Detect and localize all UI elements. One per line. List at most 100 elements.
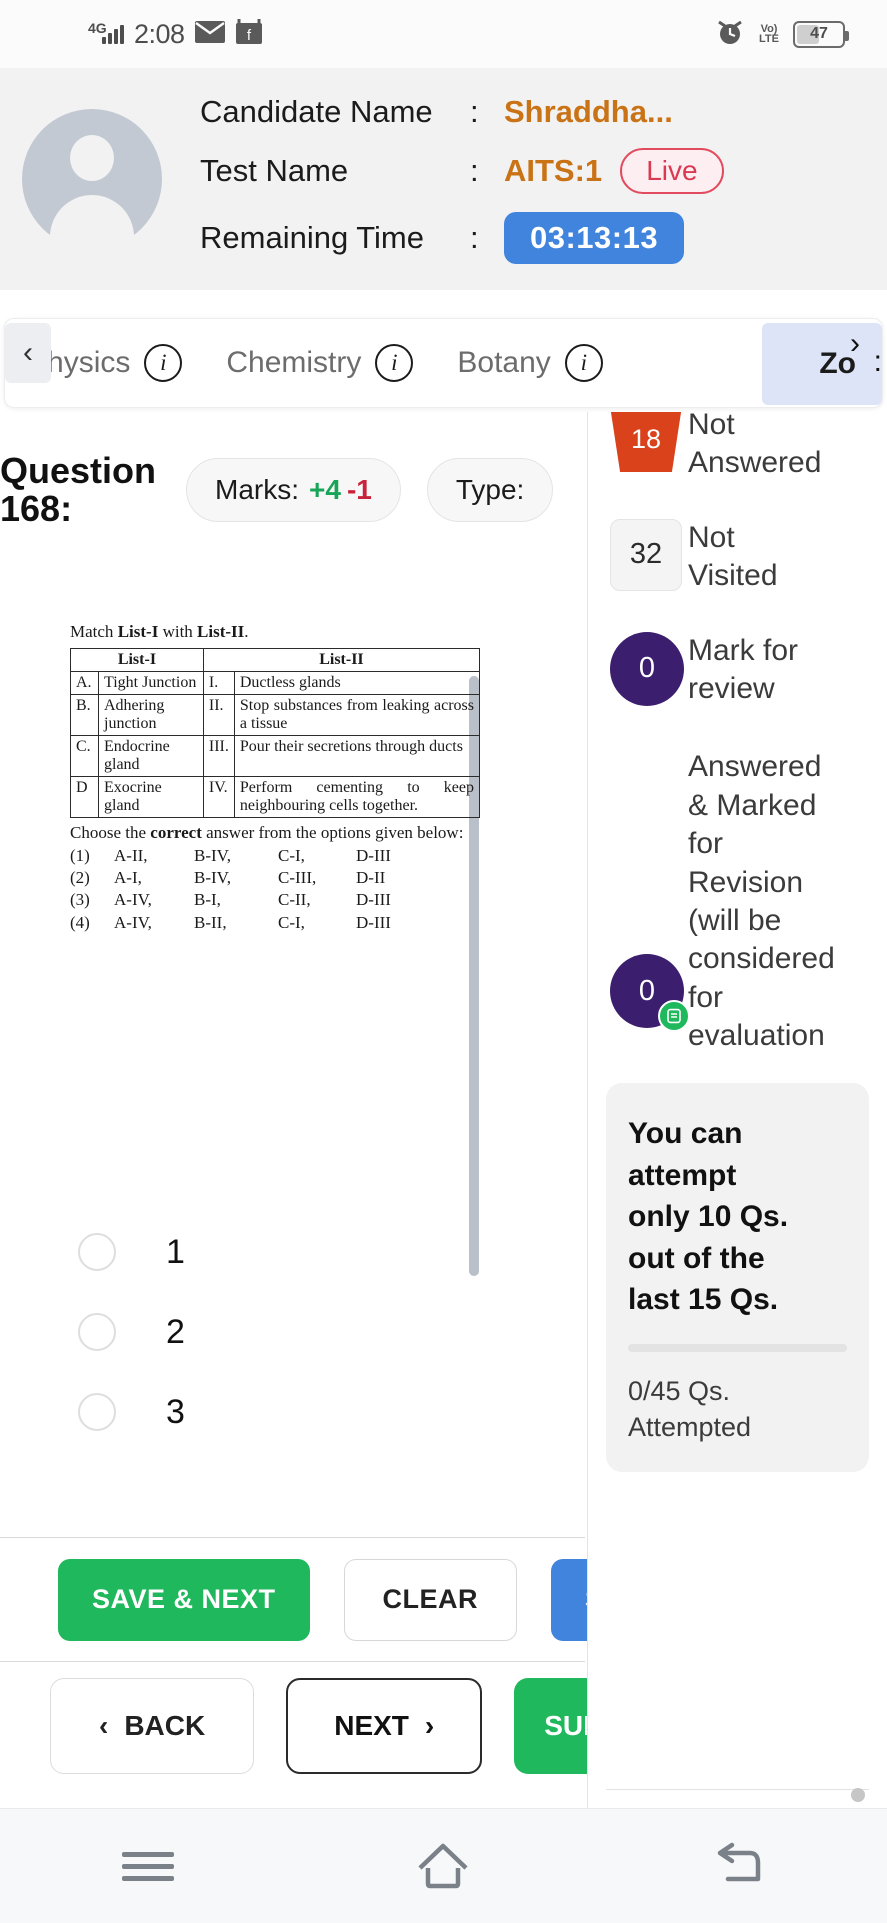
next-button-label: NEXT xyxy=(334,1709,409,1741)
radio-icon-1[interactable] xyxy=(78,1233,116,1271)
attempt-rule-line4: out of the xyxy=(628,1241,765,1275)
volte-icon: Vo) LTE xyxy=(759,23,779,45)
answer-option-3[interactable]: 3 xyxy=(0,1372,470,1452)
legend-not-answered[interactable]: 18 Not Answered xyxy=(610,412,887,483)
row-b-key: B. xyxy=(70,694,99,736)
tabs-prev-arrow-icon[interactable]: ‹ xyxy=(5,323,51,383)
question-pane: Match List-I with List-II. List-I List-I… xyxy=(0,560,585,1528)
opt3-b: B-I, xyxy=(194,890,221,910)
answered-marked-label: Answered & Marked for Revision (will be … xyxy=(688,748,835,1055)
tab-trailing-colon: : xyxy=(873,345,882,378)
opt2-a: A-I, xyxy=(114,868,142,888)
legend-mark-for-review[interactable]: 0 Mark for review xyxy=(610,631,887,709)
attempt-rule-text: You can attempt only 10 Qs. out of the l… xyxy=(628,1113,847,1320)
question-meta-row: Question 168: Marks: +4 -1 Type: xyxy=(0,430,600,550)
opt2-b: B-IV, xyxy=(194,868,231,888)
status-bar-clock: 2:08 xyxy=(134,18,185,49)
info-icon-botany[interactable]: i xyxy=(564,344,603,382)
chevron-right-icon: › xyxy=(424,1709,435,1741)
not-answered-label: Not Answered xyxy=(688,412,821,483)
opt2-num: (2) xyxy=(70,868,90,888)
tabs-next-arrow-icon[interactable]: › xyxy=(850,327,860,361)
choose-instruction: Choose the correct answer from the optio… xyxy=(70,822,480,843)
question-content: Match List-I with List-II. List-I List-I… xyxy=(70,622,481,934)
answered-marked-line8: evaluation xyxy=(688,1019,825,1053)
android-nav-bar xyxy=(0,1808,887,1923)
row-iv-key: IV. xyxy=(202,776,235,818)
opt4-num: (4) xyxy=(70,912,90,932)
mark-review-line2: review xyxy=(688,671,775,705)
mark-review-count: 0 xyxy=(638,652,656,685)
opt1-c: C-I, xyxy=(278,846,305,866)
radio-icon-3[interactable] xyxy=(78,1393,116,1431)
status-bar-left: 4G 2:08 f xyxy=(88,18,263,50)
clear-button[interactable]: CLEAR xyxy=(343,1558,518,1641)
remaining-time-label: Remaining Time xyxy=(200,220,424,255)
marks-negative: -1 xyxy=(346,474,372,505)
answered-marked-line2: & Marked xyxy=(688,788,817,822)
back-icon[interactable] xyxy=(679,1831,799,1901)
menu-icon[interactable] xyxy=(88,1831,208,1901)
opt1-a: A-II, xyxy=(114,846,148,866)
attempted-count: 0/45 Qs. Attempted xyxy=(628,1374,847,1445)
next-button[interactable]: NEXT › xyxy=(286,1677,483,1774)
answer-options: 1 2 3 xyxy=(0,1212,470,1452)
not-visited-line1: Not xyxy=(688,520,735,554)
not-visited-label: Not Visited xyxy=(688,519,778,596)
opt2-c: C-III, xyxy=(278,868,317,888)
printed-options: (1) A-II, B-IV, C-I, D-III (2) A-I, B-IV… xyxy=(70,845,480,933)
candidate-name-value: Shraddha... xyxy=(504,94,673,129)
lead-list-ii: List-II xyxy=(197,622,245,641)
answer-option-1-label: 1 xyxy=(166,1232,185,1271)
answer-option-2[interactable]: 2 xyxy=(0,1292,470,1372)
printed-option-3: (3) A-IV, B-I, C-II, D-III xyxy=(70,889,480,911)
answered-marked-count: 0 xyxy=(638,974,656,1007)
remaining-time-row: Remaining Time : 03:13:13 xyxy=(200,212,724,264)
save-and-next-button[interactable]: SAVE & NEXT xyxy=(58,1558,310,1641)
question-title-line1: Question xyxy=(0,450,157,492)
opt4-c: C-I, xyxy=(278,912,305,932)
legend-not-visited[interactable]: 32 Not Visited xyxy=(610,518,887,596)
colon-1: : xyxy=(470,94,479,129)
opt3-num: (3) xyxy=(70,890,90,910)
test-name-row: Test Name : AITS:1 Live xyxy=(200,148,724,194)
tab-chemistry-label: Chemistry xyxy=(226,346,362,379)
radio-icon-2[interactable] xyxy=(78,1313,116,1351)
status-bar: 4G 2:08 f Vo) LTE 47 xyxy=(0,0,887,68)
answered-marked-line7: for xyxy=(688,980,724,1014)
app-root: 4G 2:08 f Vo) LTE 47 Candidate Name: Sh… xyxy=(0,0,887,1923)
row-b-value: Adhering junction xyxy=(98,694,204,736)
row-ii-key: II. xyxy=(202,694,235,736)
back-button[interactable]: ‹ BACK xyxy=(50,1677,255,1774)
home-icon[interactable] xyxy=(383,1831,503,1901)
row-c-key: C. xyxy=(70,735,99,777)
subject-tabs[interactable]: ‹ Physics i Chemistry i Botany i Zo › : xyxy=(4,318,883,408)
mail-icon xyxy=(194,20,225,48)
row-a-key: A. xyxy=(70,671,99,695)
info-icon-chemistry[interactable]: i xyxy=(375,344,414,382)
answer-option-1[interactable]: 1 xyxy=(0,1212,470,1292)
tab-botany-label: Botany xyxy=(457,346,551,379)
table-row: B. Adhering junction II. Stop substances… xyxy=(70,694,481,736)
test-name-label: Test Name xyxy=(200,153,349,188)
legend-answered-marked[interactable]: 0 Answered & Marked for Revision (will b… xyxy=(610,748,887,1055)
info-icon-physics[interactable]: i xyxy=(144,344,183,382)
row-c-value: Endocrine gland xyxy=(98,735,204,777)
marks-pill: Marks: +4 -1 xyxy=(186,458,401,522)
tab-chemistry[interactable]: Chemistry i xyxy=(204,344,435,382)
battery-icon: 47 xyxy=(793,20,849,48)
attempt-rule-line2: attempt xyxy=(628,1158,737,1192)
attempt-info-card: You can attempt only 10 Qs. out of the l… xyxy=(606,1083,869,1472)
candidate-name-label: Candidate Name xyxy=(200,94,433,129)
opt3-c: C-II, xyxy=(278,890,311,910)
lead-list-i: List-I xyxy=(117,622,159,641)
tab-botany[interactable]: Botany i xyxy=(435,344,624,382)
printed-option-4: (4) A-IV, B-II, C-I, D-III xyxy=(70,912,480,934)
opt4-d: D-III xyxy=(356,912,391,932)
colon-2: : xyxy=(470,153,479,188)
not-answered-line2: Answered xyxy=(688,446,822,480)
not-answered-line1: Not xyxy=(688,412,735,441)
status-legend: 18 Not Answered 32 Not Visited 0 Mark fo… xyxy=(588,412,887,1055)
opt1-num: (1) xyxy=(70,846,90,866)
candidate-header: Candidate Name : Shraddha... Test Name :… xyxy=(0,68,887,290)
